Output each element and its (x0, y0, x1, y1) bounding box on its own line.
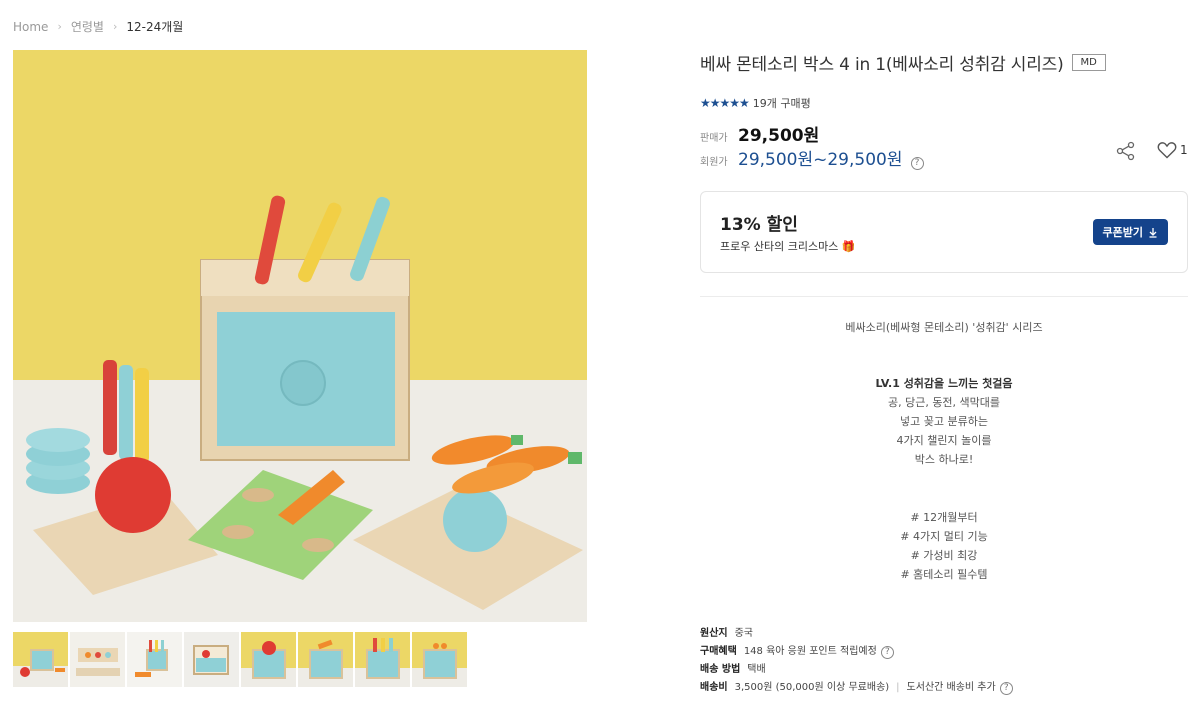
series-caption: 베싸소리(베싸형 몬테소리) '성취감' 시리즈 (845, 321, 1043, 334)
breadcrumb-home[interactable]: Home (13, 20, 48, 34)
thumbnail-5[interactable] (241, 632, 296, 687)
spec-origin: 원산지 중국 (700, 628, 754, 639)
chevron-right-icon: › (57, 20, 62, 33)
sale-price-row: 판매가 29,500원 (700, 121, 819, 146)
breadcrumb: Home › 연령별 › 12-24개월 (13, 18, 183, 35)
coupon-discount: 13% 할인 (720, 215, 798, 235)
spec-shipping: 배송 방법 택배 (700, 664, 766, 675)
member-price-row: 회원가 29,500원~29,500원 ? (700, 145, 924, 170)
share-icon[interactable] (1116, 141, 1136, 161)
rating-row[interactable]: ★★★★★ 19개 구매평 (700, 95, 811, 111)
description-line: 4가지 챌린지 놀이를 (896, 434, 992, 447)
member-price-label: 회원가 (700, 157, 728, 168)
description-line: 박스 하나로! (914, 453, 974, 466)
thumbnail-6[interactable] (298, 632, 353, 687)
spec-fee: 배송비 3,500원 (50,000원 이상 무료배송) | 도서산간 배송비 … (700, 679, 1013, 697)
description-heading: LV.1 성취감을 느끼는 첫걸음 (875, 377, 1013, 390)
coupon-box: 13% 할인 프로우 산타의 크리스마스 🎁 쿠폰받기 (700, 191, 1188, 273)
hashtag-line: # 4가지 멀티 기능 (900, 530, 988, 543)
help-icon[interactable]: ? (910, 157, 924, 170)
sale-price-label: 판매가 (700, 133, 728, 144)
sale-price: 29,500원 (738, 126, 820, 146)
star-rating-icon: ★★★★★ (700, 96, 750, 110)
download-icon (1149, 227, 1157, 238)
title-row: 베싸 몬테소리 박스 4 in 1(베싸소리 성취감 시리즈) MD (700, 50, 1106, 75)
hashtag-line: # 가성비 최강 (910, 549, 978, 562)
separator: | (896, 682, 900, 693)
like-count: 1 (1180, 143, 1188, 157)
thumbnail-2[interactable] (70, 632, 125, 687)
spec-list: 원산지 중국 구매혜택 148 육아 응원 포인트 적립예정 ? 배송 방법 택… (700, 625, 1013, 697)
divider (700, 296, 1188, 297)
description-block-1: LV.1 성취감을 느끼는 첫걸음 공, 당근, 동전, 색막대를 넣고 꽂고 … (700, 374, 1188, 469)
product-main-image[interactable] (13, 50, 587, 622)
thumbnail-7[interactable] (355, 632, 410, 687)
breadcrumb-current[interactable]: 12-24개월 (126, 18, 183, 35)
hashtag-line: # 12개월부터 (910, 511, 978, 524)
member-price: 29,500원~29,500원 (738, 150, 903, 170)
breadcrumb-category[interactable]: 연령별 (71, 18, 104, 35)
coupon-description: 프로우 산타의 크리스마스 🎁 (720, 240, 856, 253)
coupon-download-button[interactable]: 쿠폰받기 (1092, 219, 1168, 245)
thumbnail-4[interactable] (184, 632, 239, 687)
review-count[interactable]: 19개 구매평 (753, 95, 811, 111)
spec-benefit: 구매혜택 148 육아 응원 포인트 적립예정 ? (700, 643, 1013, 661)
description-block-2: # 12개월부터 # 4가지 멀티 기능 # 가성비 최강 # 홈테소리 필수템 (700, 508, 1188, 584)
heart-icon (1157, 142, 1177, 159)
help-icon[interactable]: ? (999, 681, 1013, 695)
hashtag-line: # 홈테소리 필수템 (900, 568, 988, 581)
coupon-button-label: 쿠폰받기 (1102, 226, 1143, 239)
description-line: 넣고 꽂고 분류하는 (900, 415, 988, 428)
product-title: 베싸 몬테소리 박스 4 in 1(베싸소리 성취감 시리즈) (700, 55, 1064, 75)
description-line: 공, 당근, 동전, 색막대를 (887, 396, 1001, 409)
help-icon[interactable]: ? (880, 645, 894, 659)
thumbnail-3[interactable] (127, 632, 182, 687)
like-button[interactable]: 1 (1157, 141, 1188, 159)
thumbnail-strip (13, 632, 467, 687)
chevron-right-icon: › (112, 20, 118, 33)
md-badge: MD (1071, 54, 1106, 71)
thumbnail-8[interactable] (412, 632, 467, 687)
thumbnail-1[interactable] (13, 632, 68, 687)
